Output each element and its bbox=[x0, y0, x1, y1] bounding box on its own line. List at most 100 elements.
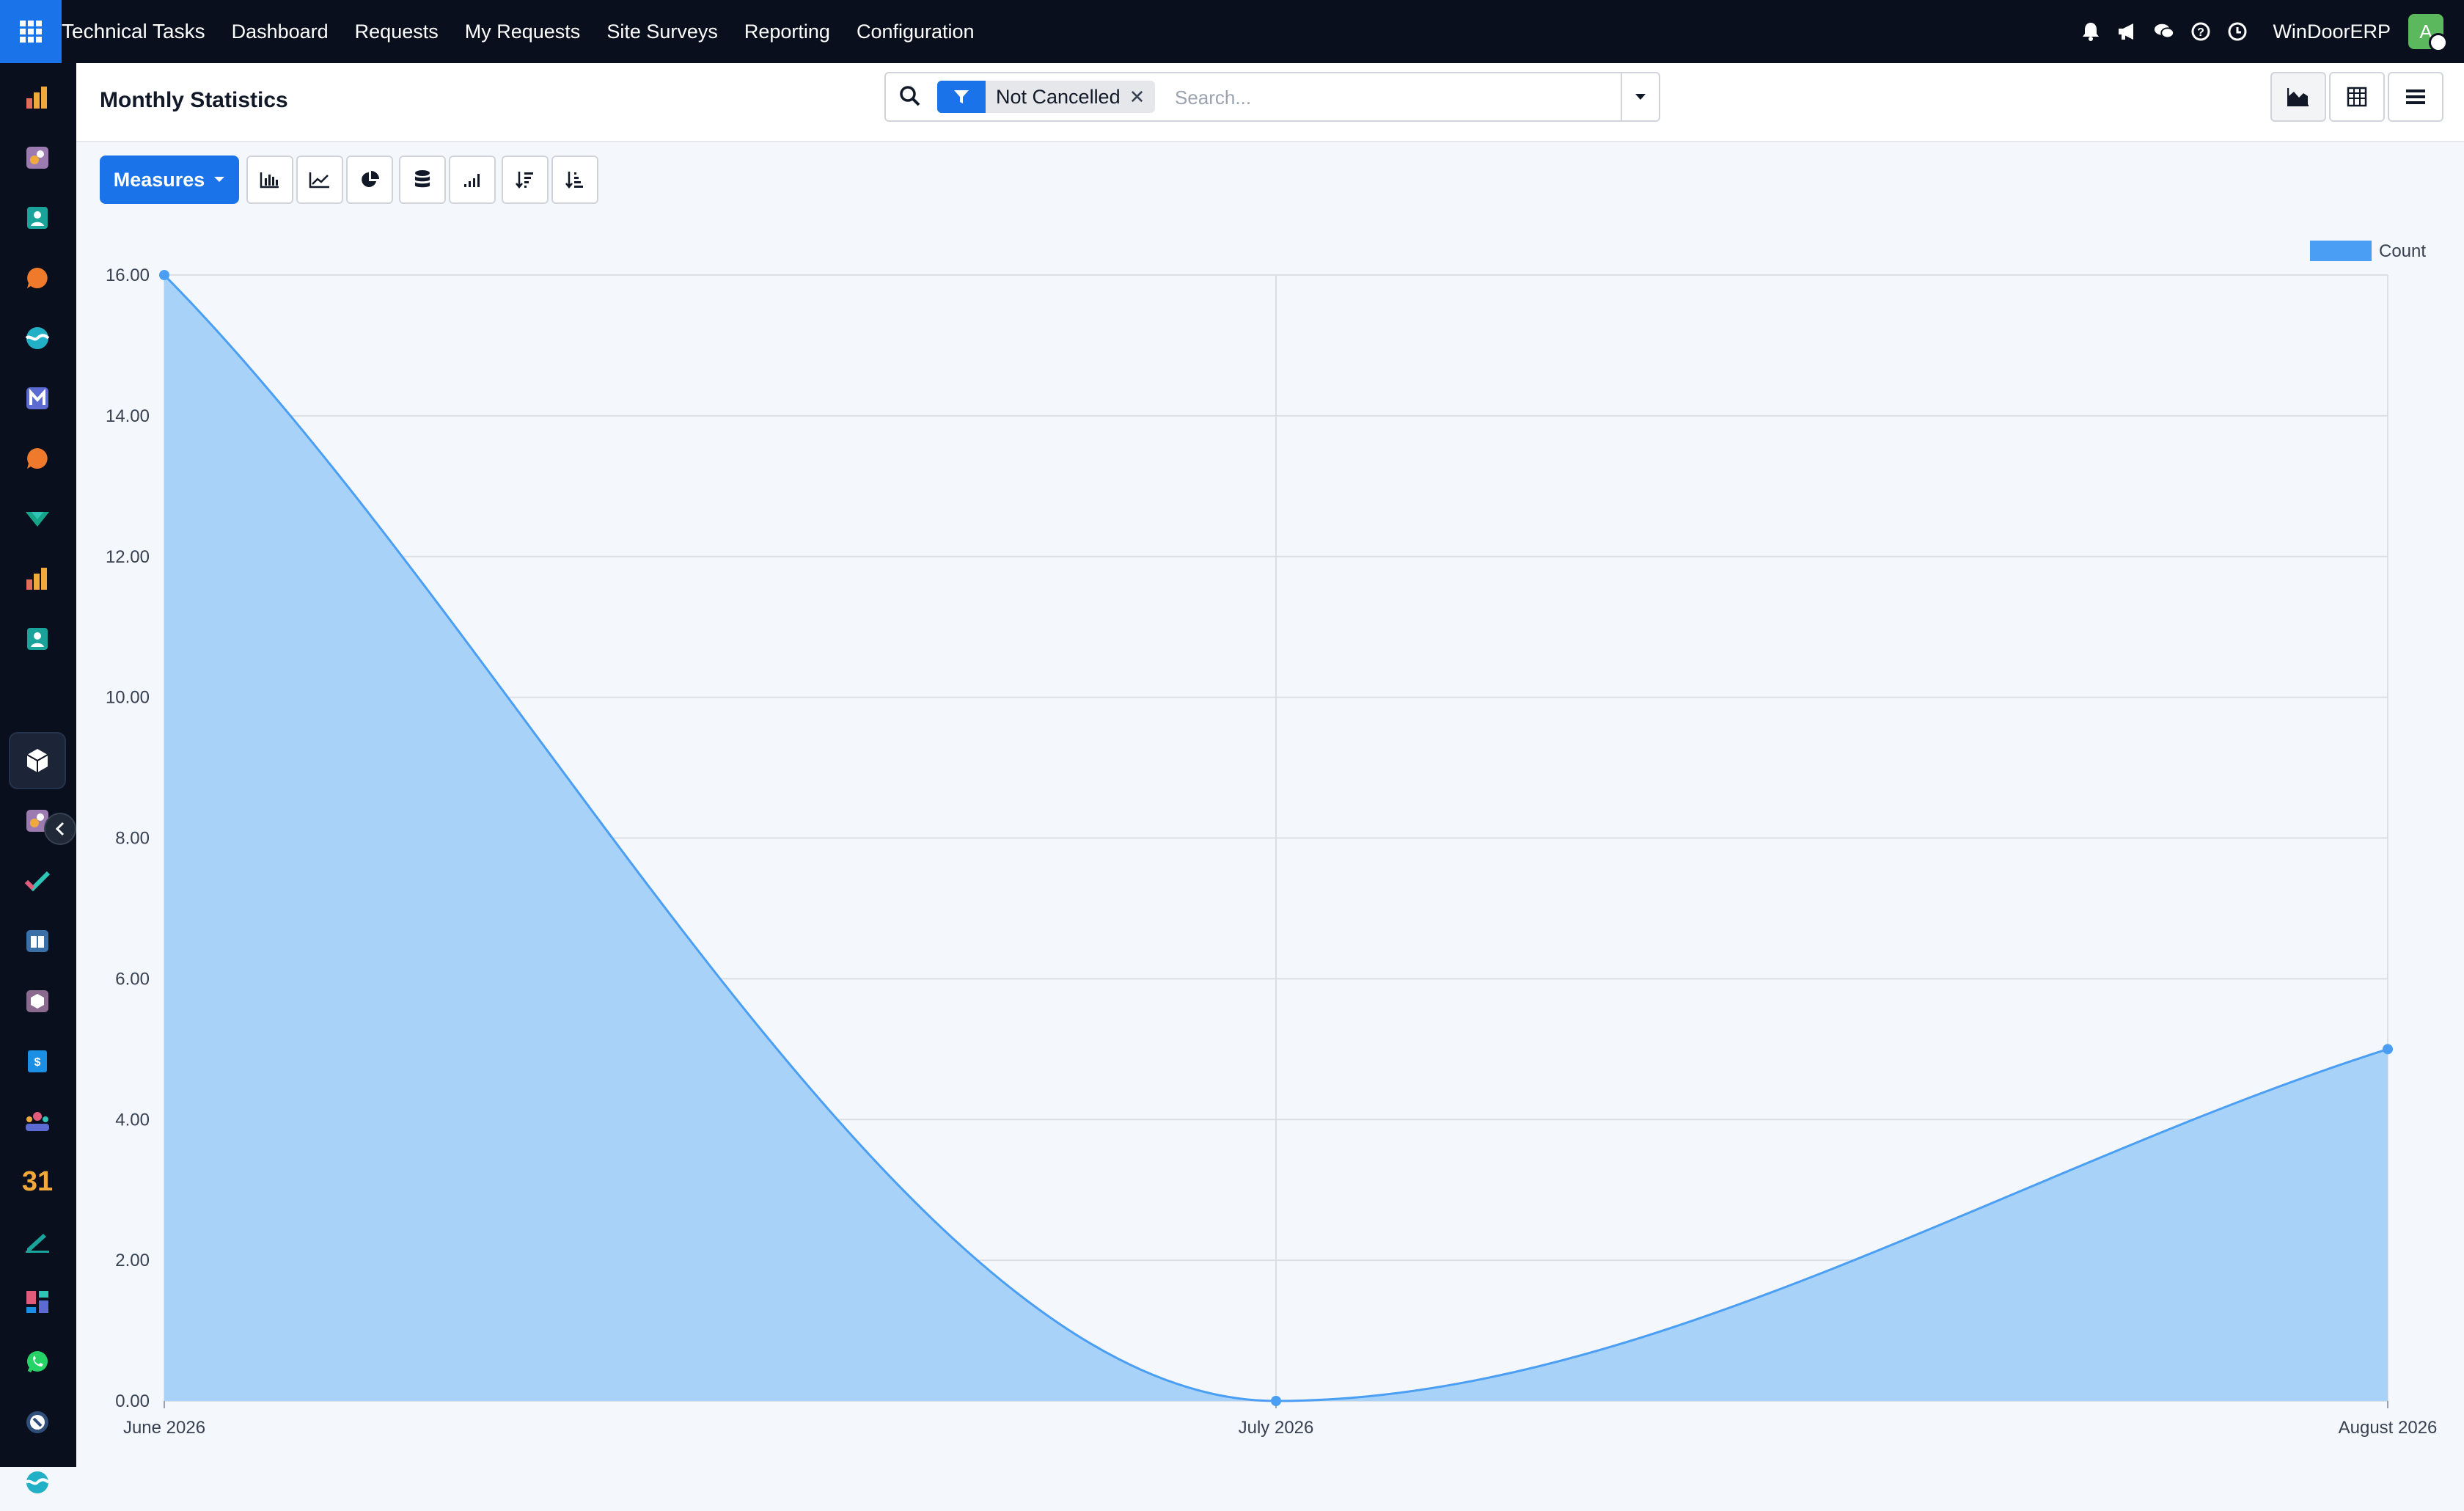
sidebar-app-puzzle[interactable] bbox=[9, 129, 66, 186]
sidebar-app-inventory[interactable] bbox=[9, 973, 66, 1030]
search-bar: Not Cancelled ✕ bbox=[884, 72, 1660, 122]
x-tick-label: August 2026 bbox=[2339, 1418, 2438, 1438]
y-tick-label: 14.00 bbox=[106, 406, 150, 426]
legend-swatch bbox=[2310, 241, 2372, 261]
search-icon[interactable] bbox=[899, 85, 921, 111]
nav-my-requests[interactable]: My Requests bbox=[465, 21, 581, 43]
cumulative-icon bbox=[464, 174, 480, 187]
chevron-left-icon bbox=[55, 822, 65, 836]
filter-icon bbox=[937, 81, 986, 113]
graph-chart: 0.00 2.00 4.00 6.00 8.00 10.00 12.00 14.00 16.00… bbox=[106, 241, 2438, 1438]
search-input[interactable] bbox=[1173, 82, 1587, 113]
app-menu-button[interactable] bbox=[0, 0, 62, 63]
invoice-icon: $ bbox=[28, 1050, 47, 1072]
list-view-button[interactable] bbox=[2388, 72, 2443, 122]
sales-chart-icon bbox=[26, 87, 47, 109]
stacked-button[interactable] bbox=[399, 156, 446, 204]
sidebar-app-wave[interactable] bbox=[9, 310, 66, 367]
table-icon bbox=[2347, 87, 2367, 107]
svg-text:$: $ bbox=[34, 1056, 41, 1069]
sidebar-app-sales[interactable] bbox=[9, 69, 66, 126]
megaphone-icon[interactable] bbox=[2117, 21, 2138, 42]
stacked-icon bbox=[415, 170, 430, 188]
y-tick-label: 4.00 bbox=[115, 1110, 150, 1130]
search-options-toggle[interactable] bbox=[1621, 73, 1659, 120]
x-tick-label: July 2026 bbox=[1239, 1418, 1314, 1438]
sidebar-app-livechat[interactable] bbox=[9, 430, 66, 487]
book-icon bbox=[26, 930, 48, 952]
sidebar-app-dashboards[interactable] bbox=[9, 1273, 66, 1331]
company-switcher[interactable]: WinDoorERP bbox=[2273, 21, 2391, 43]
mail-icon bbox=[26, 387, 48, 409]
measures-label: Measures bbox=[113, 168, 205, 191]
status-dot bbox=[2429, 33, 2448, 52]
grid-icon bbox=[20, 21, 42, 43]
contacts-icon bbox=[27, 628, 48, 650]
pie-chart-button[interactable] bbox=[346, 156, 393, 204]
avatar[interactable]: A bbox=[2408, 14, 2448, 52]
measures-dropdown-button[interactable]: Measures bbox=[100, 156, 239, 204]
sidebar-app-discuss[interactable] bbox=[9, 249, 66, 307]
sign-icon bbox=[26, 1234, 49, 1253]
nav-requests[interactable]: Requests bbox=[355, 21, 439, 43]
wave-icon bbox=[25, 1471, 50, 1493]
caret-down-icon bbox=[1635, 94, 1646, 100]
sidebar-app-knowledge[interactable] bbox=[9, 912, 66, 970]
help-icon[interactable]: ? bbox=[2190, 21, 2211, 42]
line-chart-button[interactable] bbox=[296, 156, 343, 204]
nav-site-surveys[interactable]: Site Surveys bbox=[606, 21, 718, 43]
sort-ascending-icon bbox=[565, 172, 583, 189]
bar-chart-button[interactable] bbox=[246, 156, 293, 204]
nav-reporting[interactable]: Reporting bbox=[744, 21, 830, 43]
sidebar-app-tag[interactable] bbox=[9, 490, 66, 547]
filter-facet-label: Not Cancelled bbox=[996, 85, 1121, 108]
nav-dashboard[interactable]: Dashboard bbox=[232, 21, 329, 43]
sidebar-app-employees[interactable] bbox=[9, 1093, 66, 1150]
graph-view-button[interactable] bbox=[2270, 72, 2326, 122]
sidebar-app-technical-tasks[interactable] bbox=[9, 732, 66, 789]
area-chart-icon bbox=[2287, 88, 2309, 106]
bar-chart-icon bbox=[260, 172, 279, 189]
y-tick-label: 12.00 bbox=[106, 547, 150, 567]
chat-icon[interactable] bbox=[2154, 21, 2175, 42]
data-point[interactable] bbox=[159, 270, 169, 280]
sidebar-app-contacts-2[interactable] bbox=[9, 610, 66, 667]
sort-descending-button[interactable] bbox=[502, 156, 549, 204]
bell-icon[interactable] bbox=[2080, 21, 2101, 42]
team-icon bbox=[26, 1112, 49, 1131]
data-point[interactable] bbox=[1271, 1396, 1281, 1406]
chart-legend[interactable]: Count bbox=[2310, 241, 2426, 261]
filter-facet[interactable]: Not Cancelled ✕ bbox=[937, 81, 1156, 113]
nav-configuration[interactable]: Configuration bbox=[857, 21, 975, 43]
app-name[interactable]: Technical Tasks bbox=[62, 20, 205, 43]
caret-down-icon bbox=[214, 177, 225, 182]
close-icon[interactable]: ✕ bbox=[1129, 86, 1156, 109]
sort-ascending-button[interactable] bbox=[551, 156, 598, 204]
sidebar-app-project[interactable] bbox=[9, 852, 66, 910]
sidebar-app-wave-2[interactable] bbox=[9, 1454, 66, 1511]
sidebar-app-calendar[interactable]: 31 bbox=[9, 1153, 66, 1210]
sidebar-app-whatsapp[interactable] bbox=[9, 1333, 66, 1391]
cumulative-button[interactable] bbox=[449, 156, 496, 204]
box-icon bbox=[26, 749, 48, 772]
clock-icon[interactable] bbox=[2227, 21, 2248, 42]
legend-label-count: Count bbox=[2379, 241, 2426, 261]
sidebar-app-sales-2[interactable] bbox=[9, 550, 66, 607]
y-tick-label: 0.00 bbox=[115, 1391, 150, 1411]
calendar-icon: 31 bbox=[21, 1166, 54, 1197]
pivot-view-button[interactable] bbox=[2329, 72, 2385, 122]
systray: ? WinDoorERP A bbox=[2080, 0, 2464, 63]
cube-icon bbox=[26, 990, 48, 1012]
y-axis: 0.00 2.00 4.00 6.00 8.00 10.00 12.00 14.00 16.00 bbox=[106, 266, 150, 1411]
sidebar-app-sign[interactable] bbox=[9, 1213, 66, 1270]
sidebar-app-mail[interactable] bbox=[9, 370, 66, 427]
y-tick-label: 6.00 bbox=[115, 969, 150, 989]
sidebar-app-compass[interactable] bbox=[9, 1394, 66, 1451]
compass-icon bbox=[26, 1411, 48, 1433]
sidebar-app-contacts[interactable] bbox=[9, 189, 66, 246]
sidebar-collapse-button[interactable] bbox=[44, 813, 76, 845]
chat-bubble-icon bbox=[27, 448, 48, 469]
data-point[interactable] bbox=[2383, 1044, 2393, 1055]
contacts-icon bbox=[27, 207, 48, 229]
sidebar-app-invoicing[interactable]: $ bbox=[9, 1033, 66, 1090]
